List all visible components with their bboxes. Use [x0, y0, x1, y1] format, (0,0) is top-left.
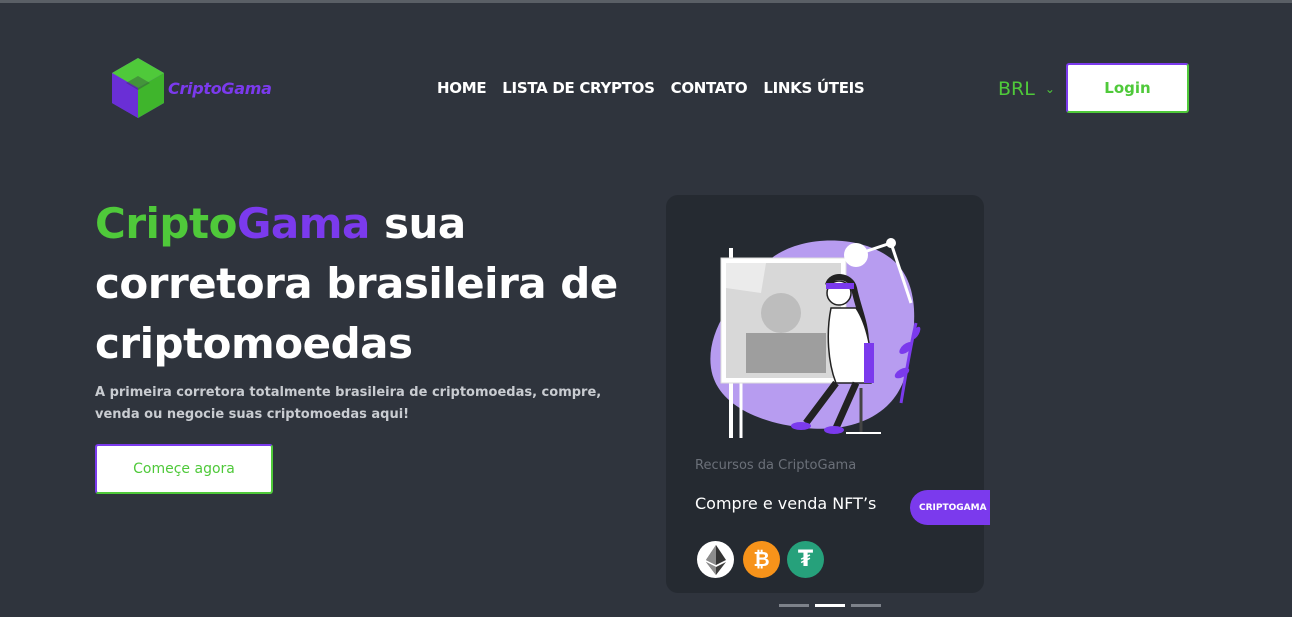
hero-title-line1-rest: sua [369, 199, 466, 248]
start-now-button[interactable]: Começe agora [95, 444, 273, 494]
hero-subtitle: A primeira corretora totalmente brasilei… [95, 385, 602, 422]
nav-home[interactable]: HOME [437, 79, 487, 97]
ethereum-icon [697, 541, 734, 578]
nft-artist-illustration [710, 238, 921, 438]
carousel-dot-3[interactable] [851, 604, 881, 607]
tether-icon: ₮ [787, 541, 824, 578]
main-nav: HOME LISTA DE CRYPTOS CONTATO LINKS ÚTEI… [437, 79, 865, 97]
top-border [0, 0, 1292, 3]
carousel-indicators [779, 604, 881, 607]
logo-cube-icon [112, 58, 164, 118]
currency-select[interactable]: BRL ⌄ [998, 78, 1055, 100]
card-title: Compre e venda NFT’s [695, 494, 877, 513]
nav-contact[interactable]: CONTATO [671, 79, 748, 97]
hero-title-brand-purple: Gama [236, 199, 370, 248]
hero-title-line2: corretora brasileira de [95, 259, 618, 308]
logo-text: CriptoGama [168, 78, 272, 98]
hero-title-line3: criptomoedas [95, 319, 413, 368]
bitcoin-icon: ₿ [743, 541, 780, 578]
nav-useful-links[interactable]: LINKS ÚTEIS [763, 79, 864, 97]
hero-title-brand-green: Cripto [95, 199, 237, 248]
hero-title: CriptoGama sua corretora brasileira de c… [95, 194, 655, 374]
carousel-dot-1[interactable] [779, 604, 809, 607]
feature-card[interactable]: Recursos da CriptoGama Compre e venda NF… [666, 195, 990, 593]
carousel-dot-2[interactable] [815, 604, 845, 607]
logo[interactable]: CriptoGama [110, 56, 272, 120]
chevron-down-icon: ⌄ [1044, 82, 1055, 96]
card-tag-badge: CRIPTOGAMA [910, 490, 990, 525]
login-button[interactable]: Login [1066, 63, 1189, 113]
nav-crypto-list[interactable]: LISTA DE CRYPTOS [502, 79, 655, 97]
currency-value: BRL [998, 78, 1035, 100]
card-kicker: Recursos da CriptoGama [695, 458, 857, 473]
